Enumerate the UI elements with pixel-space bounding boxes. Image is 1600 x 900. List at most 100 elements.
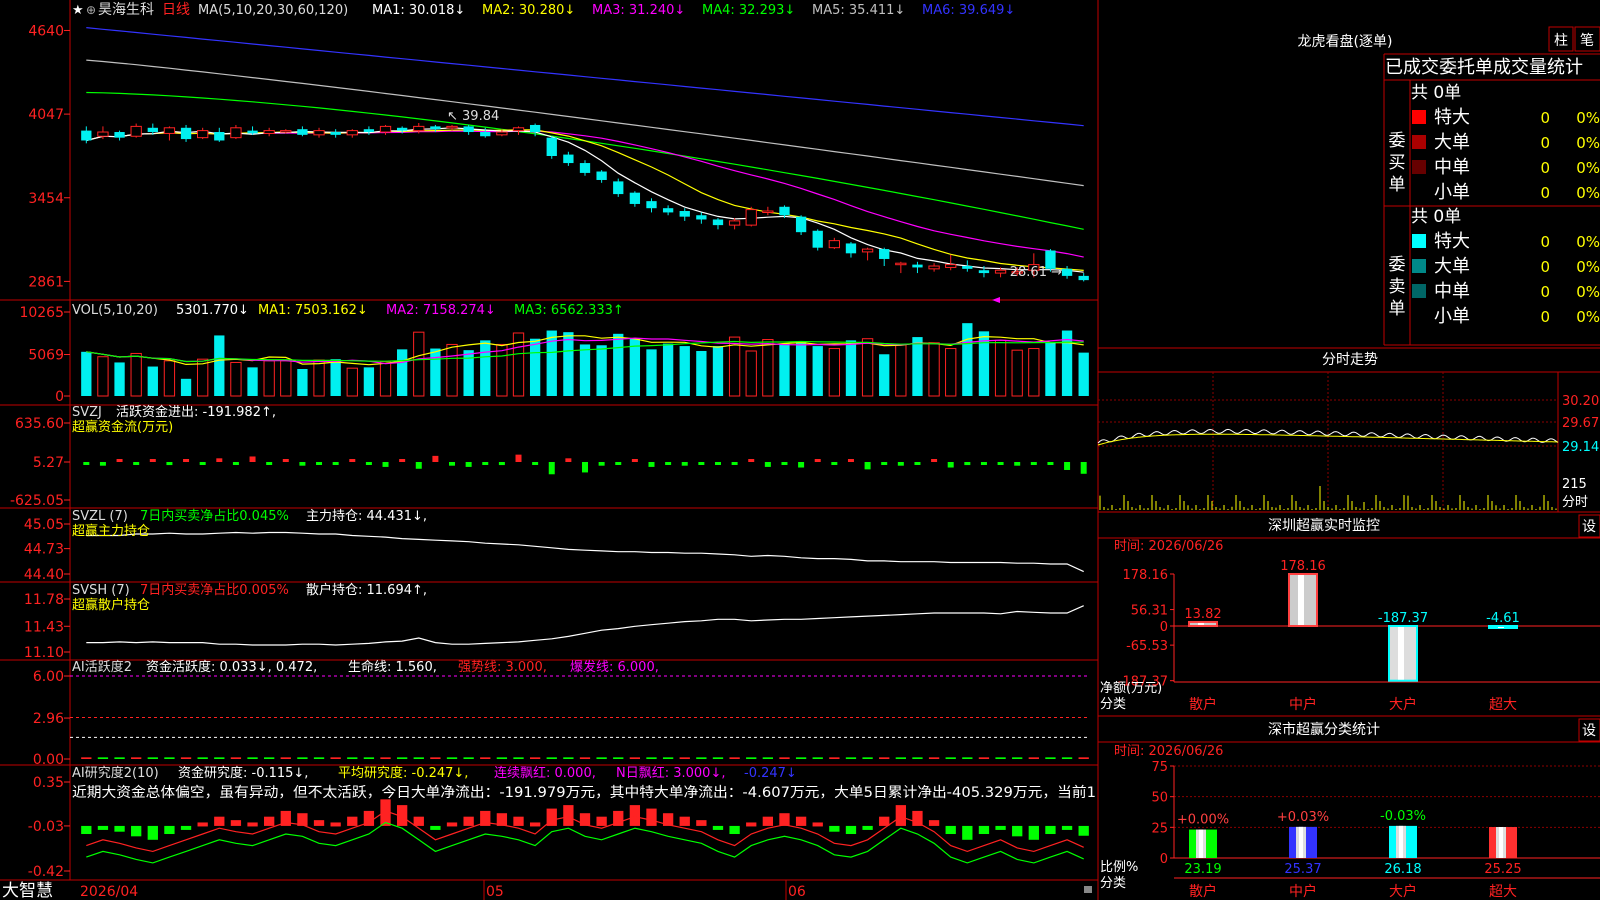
activity-bar [596,757,607,759]
candle-body [430,126,441,130]
svzl-y-tick-label: 45.05 [24,517,64,533]
ma-header: MA(5,10,20,30,60,120) [198,3,348,18]
activity-bar [912,757,923,759]
svzj-bar [365,462,372,465]
candle-body [696,215,707,220]
activity-bar [264,757,275,759]
bi-button-label[interactable]: 笔 [1580,33,1594,49]
sz-monitor-bar-highlight [1398,627,1404,680]
research-bar [147,825,158,840]
longhu-row-pct: 0% [1576,283,1600,301]
candle-body [779,206,790,216]
period-label[interactable]: 日线 [162,2,190,18]
volume-bar [895,343,907,397]
svzj-bar [964,462,971,466]
candle-body [912,264,923,268]
svzj-text: 活跃资金进出: -191.982↑, [116,404,276,420]
svzj-bar [266,462,273,465]
volume-bar [779,343,790,396]
research-bar [446,822,458,827]
activity-bar [779,757,790,759]
activity-bar [496,757,508,759]
research-bar [1045,825,1056,835]
sz-monitor-time: 时间: 2026/06/26 [1114,539,1223,554]
lock-icon [1084,886,1092,893]
sz-class-bar-value: 26.18 [1384,862,1421,877]
longhu-color-chip [1412,110,1426,124]
longhu-row-name: 特大 [1434,107,1470,128]
svzj-bar [249,456,256,462]
activity-bar [97,757,109,759]
candle-body [496,131,508,136]
research-bar [812,822,823,827]
svsh-y-tick-label: 11.10 [24,645,64,661]
activity-bar [928,757,940,759]
volume-bar [861,338,874,397]
volume-bar [646,349,657,396]
svsh-y-tick-label: 11.78 [24,592,64,608]
longhu-row-qty: 0 [1540,159,1550,177]
svzj-bar [847,459,854,462]
candle-body [247,130,258,134]
svzj-bar [831,462,838,465]
zhu-button-label[interactable]: 柱 [1554,33,1568,49]
sz-class-title: 深市超赢分类统计 [1268,721,1380,738]
activity-bar [563,757,574,759]
research-bar [131,825,142,837]
svzj-bar [1047,462,1054,465]
svzl-text1: 7日内买卖净占比0.045% [140,508,289,524]
longhu-row-qty: 0 [1540,233,1550,251]
volume-bar [563,332,574,396]
candle-body [745,209,757,226]
longhu-side-label: 委 [1389,255,1406,275]
activity-bar [280,757,291,759]
sz-class-cat-label: 分类 [1100,876,1126,891]
longhu-color-chip [1412,185,1426,199]
svzj-bar [582,462,588,473]
volume-bar [263,360,275,397]
research-bar [795,816,807,826]
ai-active-y-tick-label: 2.96 [33,711,64,727]
intraday-title: 分时走势 [1322,352,1378,368]
candle-body [762,210,774,214]
sz-monitor-category: 中户 [1289,696,1317,713]
research-bar [1028,825,1039,840]
svzj-bar [1030,462,1037,465]
svzj-bar [1014,462,1021,466]
volume-bar [696,350,707,396]
sz-monitor-settings-label[interactable]: 设 [1582,519,1596,535]
volume-bar [928,342,940,397]
sz-class-settings-label[interactable]: 设 [1582,723,1596,739]
candle-body [313,130,325,136]
sz-monitor-category: 散户 [1189,696,1217,713]
sz-class-category: 大户 [1389,883,1417,900]
svsh-y-tick-label: 11.43 [24,619,64,635]
sz-class-y-tick-label: 0 [1160,852,1168,867]
research-bar [230,820,242,826]
research-bar [679,816,690,826]
sz-class-time: 时间: 2026/06/26 [1114,744,1223,759]
ai-research-text4: N日飘红: 3.000↓, [616,765,725,781]
svzj-bar [183,459,190,462]
activity-bar [214,757,225,759]
svzj-bar [432,455,439,462]
svzj-subtitle: 超赢资金流(万元) [72,419,173,435]
activity-bar [164,757,175,759]
candle-body [962,266,973,269]
stock-icon: ⊕ [86,3,96,17]
research-bar [313,820,325,826]
volume-bar [1045,342,1056,396]
activity-bar [746,757,757,759]
research-bar [729,825,740,835]
volume-bar [962,323,973,396]
candle-body [230,127,242,139]
volume-bar [463,350,474,396]
favorite-star-icon[interactable]: ★ [72,3,84,18]
longhu-row-qty: 0 [1540,109,1550,127]
research-bar [895,805,906,826]
candle-body [662,208,674,213]
stock-name[interactable]: 昊海生科 [98,2,154,18]
candle-body [363,129,375,133]
svzj-bar [864,462,871,470]
longhu-row-name: 中单 [1434,281,1470,302]
